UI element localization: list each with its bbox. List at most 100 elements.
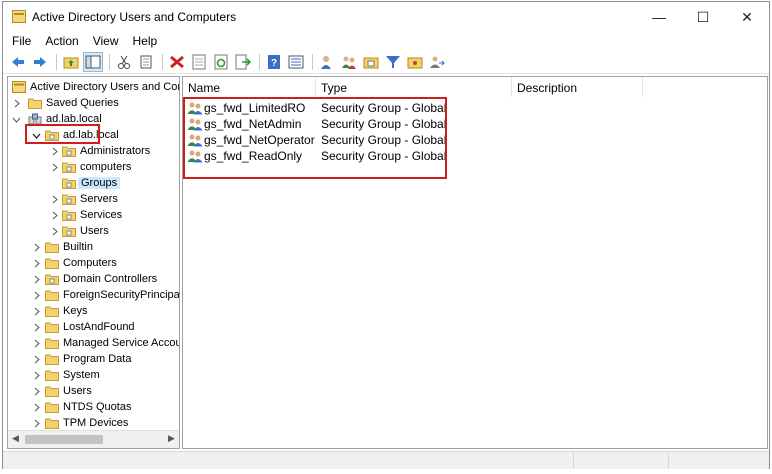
tree-item-domain-node[interactable]: ad.lab.local: [45, 127, 119, 143]
chevron-right-icon[interactable]: [32, 355, 41, 364]
chevron-down-icon[interactable]: [32, 131, 41, 140]
chevron-right-icon[interactable]: [32, 307, 41, 316]
chevron-right-icon[interactable]: [50, 227, 59, 236]
toolbar-separator: [109, 53, 110, 70]
tree-item-ou[interactable]: computers: [62, 159, 131, 175]
filter-button[interactable]: [383, 52, 403, 72]
ou-folder-icon: [62, 194, 76, 205]
tree-horizontal-scrollbar[interactable]: ◀ ▶: [8, 430, 179, 448]
close-button[interactable]: ✕: [725, 2, 769, 32]
menu-action[interactable]: Action: [38, 32, 85, 50]
refresh-icon: [214, 54, 228, 69]
chevron-right-icon[interactable]: [12, 99, 21, 108]
group-icon: [187, 150, 203, 163]
folder-icon: [45, 418, 59, 429]
tree-item-container[interactable]: Users: [45, 383, 92, 399]
new-user-button[interactable]: [317, 52, 337, 72]
chevron-right-icon[interactable]: [50, 147, 59, 156]
tree-item-container[interactable]: TPM Devices: [45, 415, 128, 431]
maximize-button[interactable]: ☐: [681, 2, 725, 32]
chevron-right-icon[interactable]: [32, 371, 41, 380]
list-item[interactable]: gs_fwd_ReadOnly Security Group - Global: [187, 148, 446, 164]
tree-item-label: Saved Queries: [46, 97, 119, 109]
tree-item-container[interactable]: Program Data: [45, 351, 131, 367]
minimize-button[interactable]: —: [637, 2, 681, 32]
tree-item-container[interactable]: System: [45, 367, 100, 383]
export-list-icon: [235, 54, 251, 69]
menu-help[interactable]: Help: [126, 32, 165, 50]
menu-view[interactable]: View: [86, 32, 126, 50]
tree-item-domain[interactable]: ad.lab.local: [28, 111, 102, 127]
column-header-name[interactable]: Name: [183, 77, 316, 97]
tree-item-container[interactable]: Builtin: [45, 239, 93, 255]
help-button[interactable]: ?: [264, 52, 284, 72]
help-icon: ?: [268, 54, 280, 69]
list-item[interactable]: gs_fwd_NetAdmin Security Group - Global: [187, 116, 446, 132]
chevron-down-icon[interactable]: [12, 115, 21, 124]
scrollbar-thumb[interactable]: [25, 435, 103, 444]
tree-item-container[interactable]: Managed Service Accounts: [45, 335, 179, 351]
list-item[interactable]: gs_fwd_NetOperator Security Group - Glob…: [187, 132, 446, 148]
cut-button[interactable]: [114, 52, 134, 72]
chevron-right-icon[interactable]: [50, 163, 59, 172]
new-ou-icon: [363, 57, 379, 68]
column-header-description[interactable]: Description: [512, 77, 643, 97]
results-list[interactable]: Name Type Description gs_fwd_LimitedRO S…: [182, 76, 768, 449]
cell-name: gs_fwd_NetAdmin: [204, 117, 302, 131]
chevron-right-icon[interactable]: [32, 419, 41, 428]
properties-button[interactable]: [189, 52, 209, 72]
refresh-button[interactable]: [211, 52, 231, 72]
back-button[interactable]: [8, 52, 28, 72]
tree-item-ou[interactable]: Services: [62, 207, 122, 223]
delegate-icon: [430, 56, 445, 68]
group-icon: [187, 134, 203, 147]
tree-item-ou-selected[interactable]: Groups: [62, 175, 121, 191]
tree-item-container[interactable]: NTDS Quotas: [45, 399, 131, 415]
chevron-right-icon[interactable]: [50, 195, 59, 204]
chevron-right-icon[interactable]: [32, 339, 41, 348]
menu-file[interactable]: File: [3, 32, 38, 50]
cell-type: Security Group - Global: [321, 101, 447, 115]
chevron-right-icon[interactable]: [50, 211, 59, 220]
tree-item-container[interactable]: Keys: [45, 303, 87, 319]
up-folder-button[interactable]: [61, 52, 81, 72]
details-view-button[interactable]: [286, 52, 306, 72]
tree-item-container[interactable]: LostAndFound: [45, 319, 135, 335]
forward-button[interactable]: [30, 52, 50, 72]
new-ou-button[interactable]: [361, 52, 381, 72]
copy-button[interactable]: [136, 52, 156, 72]
tree-item-ou[interactable]: Servers: [62, 191, 118, 207]
tree-root[interactable]: Active Directory Users and Computers: [12, 79, 179, 95]
delegate-button[interactable]: [427, 52, 447, 72]
scroll-right-icon[interactable]: ▶: [168, 433, 175, 444]
chevron-right-icon[interactable]: [32, 259, 41, 268]
column-header-type[interactable]: Type: [316, 77, 512, 97]
chevron-right-icon[interactable]: [32, 243, 41, 252]
add-to-group-button[interactable]: [405, 52, 425, 72]
tree-item-ou[interactable]: Administrators: [62, 143, 150, 159]
tree-item-container[interactable]: Domain Controllers: [45, 271, 157, 287]
tree-item-container[interactable]: ForeignSecurityPrincipals: [45, 287, 179, 303]
tree-item-label: Users: [80, 225, 109, 237]
chevron-right-icon[interactable]: [32, 291, 41, 300]
ad-console-icon: [12, 81, 26, 93]
tree-item-label: LostAndFound: [63, 321, 135, 333]
list-item[interactable]: gs_fwd_LimitedRO Security Group - Global: [187, 100, 446, 116]
folder-icon: [45, 386, 59, 397]
tree-item-ou[interactable]: Users: [62, 223, 109, 239]
chevron-right-icon[interactable]: [32, 275, 41, 284]
cell-name: gs_fwd_ReadOnly: [204, 149, 303, 163]
tree-item-label: Keys: [63, 305, 88, 317]
scroll-left-icon[interactable]: ◀: [12, 433, 19, 444]
console-tree[interactable]: Active Directory Users and Computers Sav…: [7, 76, 180, 449]
show-hide-tree-button[interactable]: [83, 51, 103, 72]
new-group-button[interactable]: [339, 52, 359, 72]
tree-item-saved-queries[interactable]: Saved Queries: [28, 95, 119, 111]
tree-item-container[interactable]: Computers: [45, 255, 117, 271]
chevron-right-icon[interactable]: [32, 323, 41, 332]
delete-button[interactable]: [167, 52, 187, 72]
chevron-right-icon[interactable]: [32, 403, 41, 412]
export-list-button[interactable]: [233, 52, 253, 72]
chevron-right-icon[interactable]: [32, 387, 41, 396]
copy-icon: [140, 55, 152, 68]
